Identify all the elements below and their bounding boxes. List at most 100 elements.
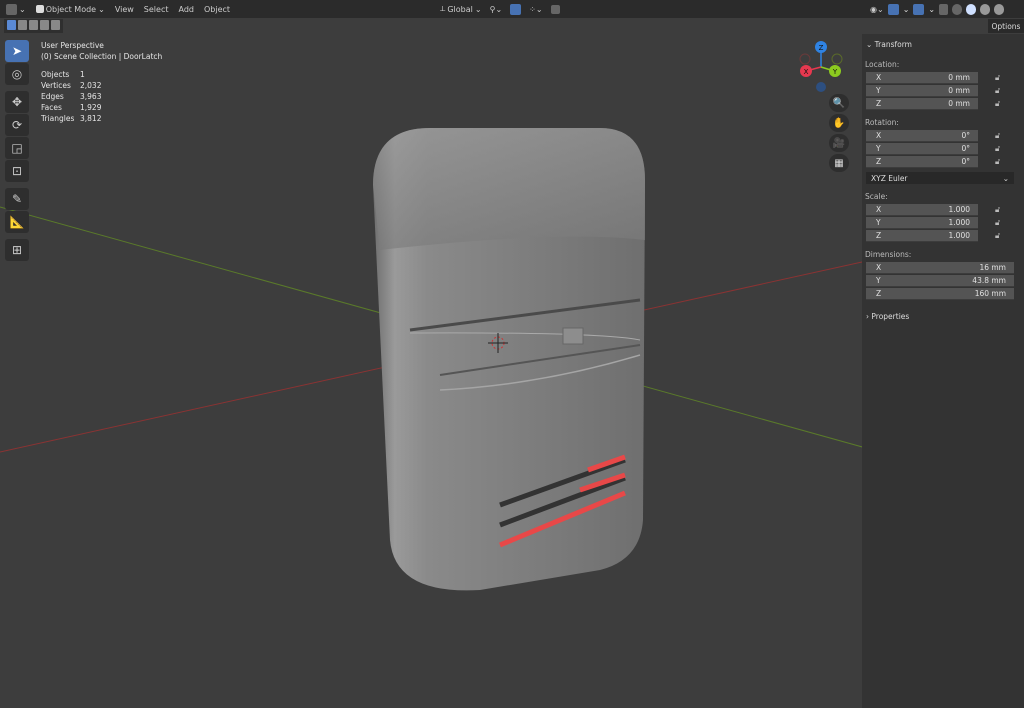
rotation-x-field[interactable]: X 0° (866, 129, 978, 142)
solid-shading-icon[interactable] (966, 3, 977, 15)
rotation-row: Y 0° 🔓︎ (866, 142, 1024, 155)
lock-icon[interactable]: 🔓︎ (995, 157, 1000, 167)
mode-dropdown[interactable]: Object Mode ⌄ (35, 5, 105, 14)
rotation-y-field[interactable]: Y 0° (866, 142, 978, 155)
measure-tool-icon[interactable]: 📐 (5, 211, 29, 233)
stat-value: 2,032 (80, 81, 102, 90)
stat-label: Triangles (41, 114, 75, 123)
snap-toggle-icon[interactable] (510, 3, 522, 15)
transform-header[interactable]: ⌄ Transform (866, 40, 1024, 49)
camera-view-icon[interactable]: 🎥 (829, 134, 849, 152)
lock-icon[interactable]: 🔓︎ (995, 205, 1000, 215)
orientation-dropdown[interactable]: ⟂ Global ⌄ (440, 4, 482, 14)
navigation-gizmo[interactable]: Z X Y (799, 41, 843, 92)
select-extend-icon[interactable] (18, 20, 27, 30)
location-row: X 0 mm 🔓︎ (866, 71, 1024, 84)
navigation-buttons: 🔍 ✋ 🎥 ▦ (829, 94, 849, 174)
transform-tool-icon[interactable]: ⊡ (5, 160, 29, 182)
rotation-mode-dropdown[interactable]: XYZ Euler ⌄ (866, 172, 1014, 184)
move-tool-icon[interactable]: ✥ (5, 91, 29, 113)
rotation-label: Rotation: (865, 118, 899, 127)
stat-row: Vertices 2,032 (41, 80, 162, 91)
ortho-grid-icon[interactable]: ▦ (829, 154, 849, 172)
location-x-field[interactable]: X 0 mm (866, 71, 978, 84)
pivot-dropdown[interactable]: ⚲⌄ (490, 5, 503, 14)
rendered-shading-icon[interactable] (994, 3, 1005, 15)
visibility-dropdown[interactable]: ◉⌄ (870, 5, 884, 14)
lock-icon[interactable]: 🔓︎ (995, 231, 1000, 241)
xray-toggle-icon[interactable] (939, 3, 949, 15)
scale-z-field[interactable]: Z 1.000 (866, 229, 978, 242)
menu-add[interactable]: Add (178, 5, 194, 14)
field-value: 160 mm (974, 288, 1006, 298)
lock-icon[interactable]: 🔓︎ (995, 86, 1000, 96)
menu-view[interactable]: View (115, 5, 134, 14)
select-new-icon[interactable] (7, 20, 16, 30)
lock-icon[interactable]: 🔓︎ (995, 73, 1000, 83)
location-z-field[interactable]: Z 0 mm (866, 97, 978, 110)
field-value: 0° (961, 156, 970, 166)
overlay-dropdown[interactable]: ⌄ (928, 5, 935, 14)
rotation-z-field[interactable]: Z 0° (866, 155, 978, 168)
field-value: 1.000 (948, 204, 970, 214)
location-label: Location: (865, 60, 900, 69)
menu-object[interactable]: Object (204, 5, 230, 14)
stat-value: 1 (80, 70, 85, 79)
collection-name: (0) Scene Collection | DoorLatch (41, 52, 163, 61)
viewport-info: User Perspective (0) Scene Collection | … (41, 40, 162, 124)
options-button[interactable]: Options (988, 19, 1024, 33)
pan-hand-icon[interactable]: ✋ (829, 114, 849, 132)
stat-row: Triangles 3,812 (41, 113, 162, 124)
dimensions-row: Y 43.8 mm (866, 274, 1024, 287)
zoom-icon[interactable]: 🔍 (829, 94, 849, 112)
select-intersect-icon[interactable] (51, 20, 60, 30)
rotation-row: Z 0° 🔓︎ (866, 155, 1024, 168)
wireframe-shading-icon[interactable] (952, 3, 963, 15)
stat-row: Objects 1 (41, 69, 162, 80)
chevron-down-icon: ⌄ (1002, 173, 1009, 183)
object-mode-icon (35, 5, 44, 13)
scale-tool-icon[interactable]: ◲ (5, 137, 29, 159)
field-value: 0° (961, 130, 970, 140)
select-subtract-icon[interactable] (29, 20, 38, 30)
proportional-edit-icon[interactable] (550, 4, 560, 14)
gizmo-dropdown[interactable]: ⌄ (903, 5, 910, 14)
snap-dropdown[interactable]: ⁘⌄ (529, 5, 542, 14)
door-latch-object (373, 128, 645, 591)
gizmo-y: Y (832, 68, 838, 76)
lock-icon[interactable]: 🔓︎ (995, 99, 1000, 109)
select-invert-icon[interactable] (40, 20, 49, 30)
orientation-icon: ⟂ (440, 4, 446, 13)
axis-label: X (876, 262, 882, 272)
cursor-tool-icon[interactable]: ◎ (5, 63, 29, 85)
gizmo-toggle-icon[interactable] (887, 3, 899, 15)
lock-icon[interactable]: 🔓︎ (995, 218, 1000, 228)
select-tool-icon[interactable]: ➤ (5, 40, 29, 62)
properties-header[interactable]: › Properties (866, 312, 1024, 321)
dimensions-x-field[interactable]: X 16 mm (866, 261, 1014, 274)
scale-x-field[interactable]: X 1.000 (866, 203, 978, 216)
selection-mode-buttons (4, 19, 63, 33)
stat-value: 3,963 (80, 92, 102, 101)
axis-label: Y (876, 275, 881, 285)
material-shading-icon[interactable] (980, 3, 991, 15)
field-value: 0 mm (948, 85, 970, 95)
lock-icon[interactable]: 🔓︎ (995, 144, 1000, 154)
stat-label: Objects (41, 70, 70, 79)
editor-type-button[interactable]: ⌄ (6, 3, 26, 15)
annotate-tool-icon[interactable]: ✎ (5, 188, 29, 210)
lock-icon[interactable]: 🔓︎ (995, 131, 1000, 141)
add-cube-tool-icon[interactable]: ⊞ (5, 239, 29, 261)
dimensions-z-field[interactable]: Z 160 mm (866, 287, 1014, 300)
dimensions-fields: X 16 mm Y 43.8 mm Z 160 mm (866, 261, 1024, 300)
dimensions-y-field[interactable]: Y 43.8 mm (866, 274, 1014, 287)
scale-row: X 1.000 🔓︎ (866, 203, 1024, 216)
overlay-toggle-icon[interactable] (913, 3, 925, 15)
rotate-tool-icon[interactable]: ⟳ (5, 114, 29, 136)
axis-label: Y (876, 85, 881, 95)
axis-label: Z (876, 156, 882, 166)
menu-select[interactable]: Select (144, 5, 169, 14)
scale-y-field[interactable]: Y 1.000 (866, 216, 978, 229)
axis-label: Z (876, 288, 882, 298)
location-y-field[interactable]: Y 0 mm (866, 84, 978, 97)
